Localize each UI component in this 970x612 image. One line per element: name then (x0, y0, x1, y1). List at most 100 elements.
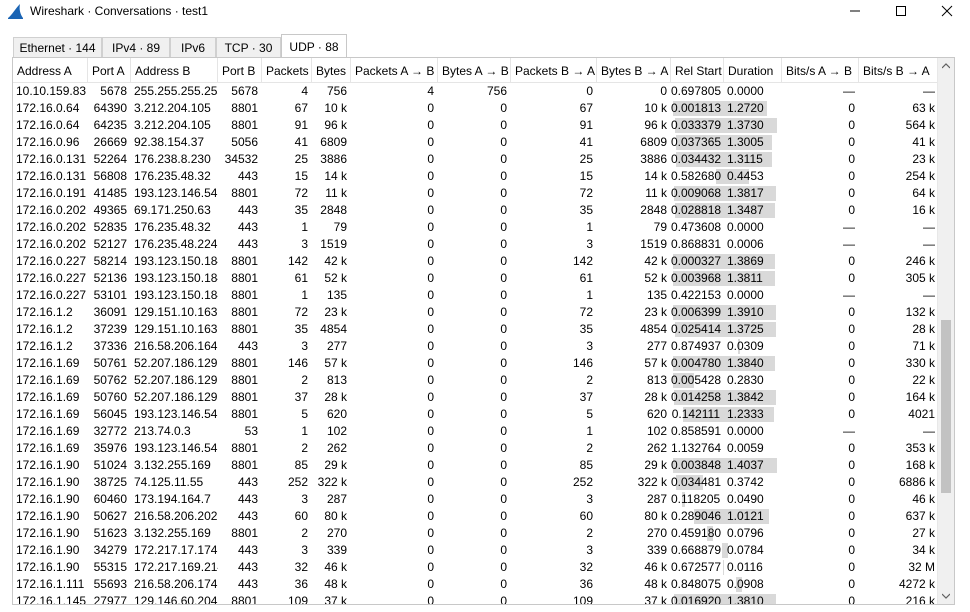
scroll-down-arrow[interactable] (938, 588, 954, 604)
cell-packets: 60 (262, 508, 312, 525)
cell-bytes-a-b: 0 (438, 593, 511, 604)
table-row[interactable]: 172.16.1.145 27977 129.146.60.204 8801 109 37… (13, 593, 939, 604)
cell-text: 0.582680 (671, 169, 722, 183)
table-row[interactable]: 172.16.1.69 32772 213.74.0.3 53 1 102 0 0 1 102 0.… (13, 423, 939, 440)
cell-address-b: 3.132.255.169 (131, 457, 218, 474)
table-row[interactable]: 172.16.0.202 49365 69.171.250.63 443 35 2848 0… (13, 202, 939, 219)
cell-text: 0 (500, 356, 507, 370)
table-row[interactable]: 172.16.1.69 35976 193.123.146.54 8801 2 262 0 0… (13, 440, 939, 457)
table-row[interactable]: 172.16.1.90 38725 74.125.11.55 443 252 322 k 0… (13, 474, 939, 491)
table-row[interactable]: 172.16.1.2 36091 129.151.10.163 8801 72 23 k 0… (13, 304, 939, 321)
table-row[interactable]: 172.16.0.227 52136 193.123.150.184 8801 61 52… (13, 270, 939, 287)
table-row[interactable]: 172.16.1.90 60460 173.194.164.7 443 3 287 0 0 3 2… (13, 491, 939, 508)
cell-text: 0 (427, 458, 434, 472)
cell-port-a: 37336 (88, 338, 131, 355)
cell-packets: 67 (262, 100, 312, 117)
column-header-bytes-b-a[interactable]: Bytes B → A (597, 58, 671, 82)
table-row[interactable]: 172.16.0.64 64235 3.212.204.105 8801 91 96 k 0… (13, 117, 939, 134)
table-row[interactable]: 172.16.1.90 50627 216.58.206.202 443 60 80 k 0… (13, 508, 939, 525)
cell-text: 60 (294, 509, 308, 523)
tab-tcp[interactable]: TCP · 30 (216, 37, 281, 57)
column-header-packets-b-a[interactable]: Packets B → A (511, 58, 597, 82)
table-row[interactable]: 172.16.0.96 26669 92.38.154.37 5056 41 6809 0 0… (13, 134, 939, 151)
column-header-packets-a-b[interactable]: Packets A → B (351, 58, 438, 82)
cell-text: 5 (301, 407, 308, 421)
cell-bytes: 3886 (312, 151, 351, 168)
table-row[interactable]: 172.16.1.69 56045 193.123.146.54 8801 5 620 0 0… (13, 406, 939, 423)
minimize-button[interactable] (832, 0, 878, 22)
cell-text: 32772 (93, 424, 127, 438)
cell-text: 142 (572, 254, 593, 268)
cell-packets-a-b: 0 (351, 491, 438, 508)
cell-text: 3.132.255.169 (134, 526, 211, 540)
table-row[interactable]: 172.16.1.90 55315 172.217.169.214 443 32 46 k… (13, 559, 939, 576)
cell-duration: 1.3725 (724, 321, 782, 338)
table-row[interactable]: 172.16.0.202 52835 176.235.48.32 443 1 79 0 0 1 7… (13, 219, 939, 236)
column-header-bits-a-b[interactable]: Bits/s A → B (782, 58, 859, 82)
column-header-bits-b-a[interactable]: Bits/s B → A (859, 58, 939, 82)
tab-ipv6[interactable]: IPv6 (170, 37, 216, 57)
tab-ipv4[interactable]: IPv4 · 89 (102, 37, 170, 57)
table-row[interactable]: 172.16.1.2 37239 129.151.10.163 8801 35 4854 0… (13, 321, 939, 338)
table-row[interactable]: 172.16.0.131 52264 176.238.8.230 34532 25 388… (13, 151, 939, 168)
column-header-duration[interactable]: Duration (724, 58, 782, 82)
cell-text: 0.668879 (671, 543, 722, 557)
cell-bytes-b-a: 287 (597, 491, 671, 508)
tab-ethernet[interactable]: Ethernet · 144 (13, 37, 102, 57)
table-row[interactable]: 172.16.1.69 50760 52.207.186.129 8801 37 28 k… (13, 389, 939, 406)
cell-bytes: 37 k (312, 593, 351, 604)
cell-text: 443 (237, 475, 258, 489)
column-header-bytes-a-b[interactable]: Bytes A → B (438, 58, 511, 82)
table-row[interactable]: 172.16.0.227 53101 193.123.150.184 8801 1 135… (13, 287, 939, 304)
cell-bytes-b-a: 1519 (597, 236, 671, 253)
scroll-up-arrow[interactable] (938, 58, 954, 74)
table-row[interactable]: 172.16.1.69 50761 52.207.186.129 8801 146 57 … (13, 355, 939, 372)
cell-duration: 1.4037 (724, 457, 782, 474)
table-row[interactable]: 172.16.0.64 64390 3.212.204.105 8801 67 10 k 0… (13, 100, 939, 117)
column-header-rel-start[interactable]: Rel Start (671, 58, 724, 82)
column-header-bytes[interactable]: Bytes (312, 58, 351, 82)
cell-bytes-a-b: 0 (438, 202, 511, 219)
cell-packets: 72 (262, 304, 312, 321)
table-row[interactable]: 172.16.1.2 37336 216.58.206.164 443 3 277 0 0 3 2… (13, 338, 939, 355)
cell-text: 330 k (905, 356, 935, 370)
column-header-port-b[interactable]: Port B (218, 58, 262, 82)
cell-packets-a-b: 0 (351, 576, 438, 593)
table-row[interactable]: 172.16.1.90 51024 3.132.255.169 8801 85 29 k 0… (13, 457, 939, 474)
cell-text: 0 (500, 186, 507, 200)
vertical-scrollbar[interactable] (937, 58, 954, 604)
cell-text: 0 (848, 543, 855, 557)
cell-address-b: 52.207.186.129 (131, 355, 218, 372)
table-row[interactable]: 172.16.0.227 58214 193.123.150.184 8801 142 4… (13, 253, 939, 270)
table-row[interactable]: 172.16.1.69 50762 52.207.186.129 8801 2 813 0 0… (13, 372, 939, 389)
cell-text: 0 (500, 271, 507, 285)
cell-text: 443 (237, 203, 258, 217)
cell-text: 8801 (231, 407, 258, 421)
column-header-address-a[interactable]: Address A (13, 58, 88, 82)
column-header-port-a[interactable]: Port A (88, 58, 131, 82)
cell-text: 0.000327 (671, 254, 722, 268)
maximize-button[interactable] (878, 0, 924, 22)
cell-text: 58214 (93, 254, 127, 268)
table-row[interactable]: 172.16.0.202 52127 176.235.48.224 443 3 1519 0… (13, 236, 939, 253)
table-row[interactable]: 172.16.1.90 51623 3.132.255.169 8801 2 270 0 0 2… (13, 525, 939, 542)
cell-text: 0.0000 (727, 424, 764, 438)
cell-text: 0 (500, 152, 507, 166)
table-row[interactable]: 172.16.1.90 34279 172.217.17.174 443 3 339 0 0 3… (13, 542, 939, 559)
cell-bytes: 96 k (312, 117, 351, 134)
table-row[interactable]: 10.10.159.83 5678 255.255.255.255 5678 4 756 4… (13, 83, 939, 100)
cell-bytes-a-b: 0 (438, 287, 511, 304)
cell-address-b: 193.123.146.54 (131, 185, 218, 202)
tab-udp[interactable]: UDP · 88 (281, 34, 347, 58)
cell-duration: 1.3869 (724, 253, 782, 270)
scrollbar-thumb[interactable] (941, 320, 951, 493)
table-row[interactable]: 172.16.1.111 55693 216.58.206.174 443 36 48 k… (13, 576, 939, 593)
cell-text: 0.003848 (671, 458, 722, 472)
column-header-address-b[interactable]: Address B (131, 58, 218, 82)
table-row[interactable]: 172.16.0.191 41485 193.123.146.54 8801 72 11 … (13, 185, 939, 202)
column-header-packets[interactable]: Packets (262, 58, 312, 82)
table-row[interactable]: 172.16.0.131 56808 176.235.48.32 443 15 14 k 0… (13, 168, 939, 185)
close-button[interactable] (924, 0, 970, 22)
cell-text: 28 k (644, 390, 667, 404)
cell-port-a: 37239 (88, 321, 131, 338)
